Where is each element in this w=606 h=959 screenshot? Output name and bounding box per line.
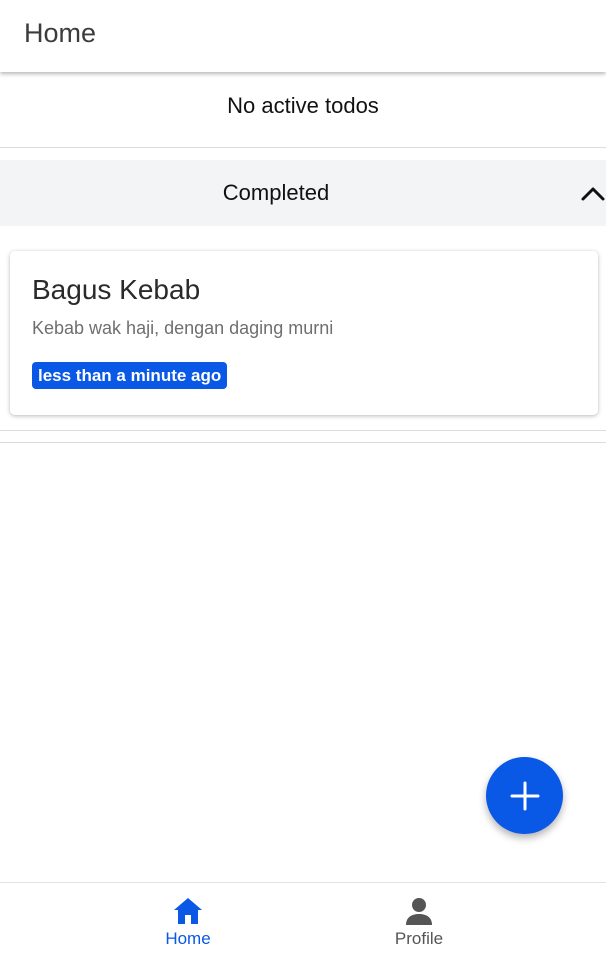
completed-section-header[interactable]: Completed [0,160,606,226]
todo-description: Kebab wak haji, dengan daging murni [32,318,334,338]
person-icon [406,898,432,925]
nav-label-profile: Profile [394,929,444,948]
time-badge: less than a minute ago [32,362,228,389]
bottom-nav: Home Profile [0,882,606,958]
page-title: Home [24,18,97,48]
todo-card[interactable]: Bagus Kebab Kebab wak haji, dengan dagin… [10,251,598,415]
add-todo-button[interactable] [486,757,563,834]
plus-icon [510,781,539,810]
nav-label-home: Home [165,929,211,948]
nav-item-home[interactable]: Home [128,883,248,959]
app-bar: Home [0,0,606,72]
todo-title: Bagus Kebab [32,274,201,305]
completed-section-label: Completed [222,180,330,205]
home-icon [174,898,202,924]
divider [0,442,606,443]
nav-item-profile[interactable]: Profile [359,883,479,959]
chevron-up-icon[interactable] [580,180,606,206]
empty-state-message: No active todos [0,72,606,148]
divider [0,430,606,431]
